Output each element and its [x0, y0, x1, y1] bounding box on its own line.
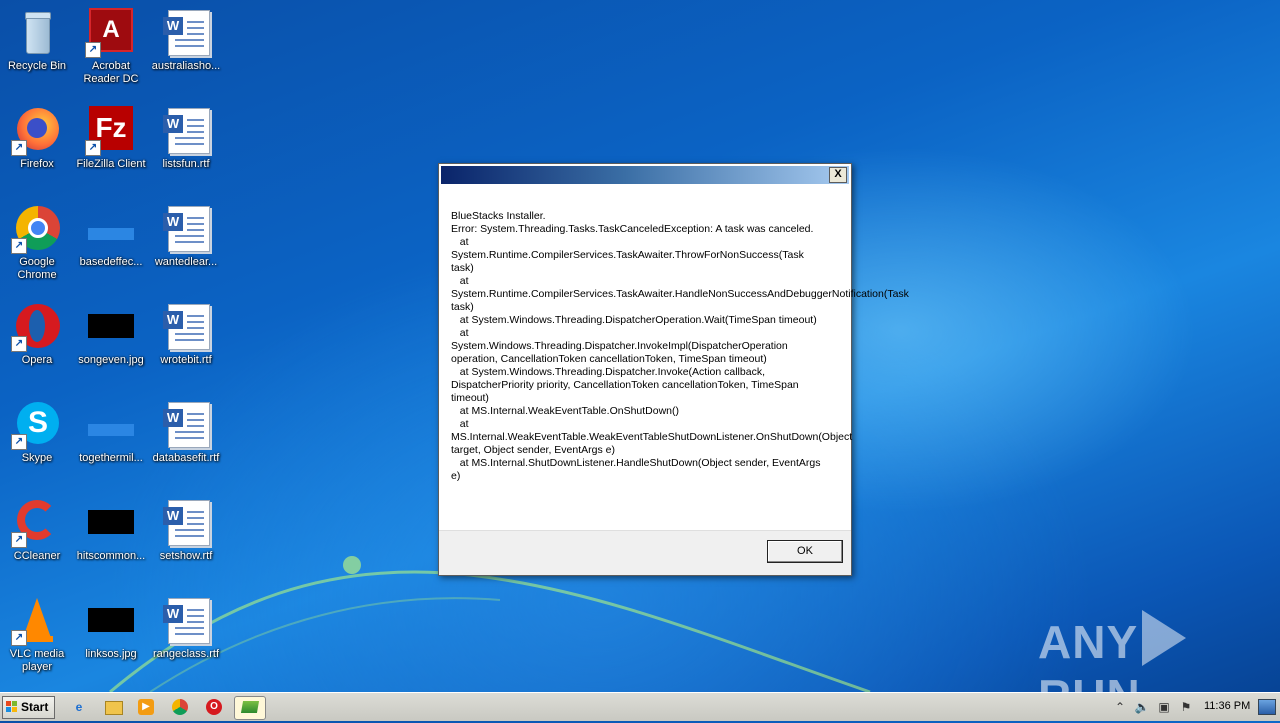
image-file-icon [87, 400, 135, 448]
shortcut-arrow-icon: ↗ [11, 140, 27, 156]
show-desktop-button[interactable] [1258, 699, 1276, 715]
skype-icon: S ↗ [11, 400, 61, 450]
desktop-icon-hitscommon[interactable]: hitscommon... [74, 498, 148, 563]
desktop-icon-label: wantedlear... [154, 256, 218, 268]
desktop-icon-vlc[interactable]: ↗ VLC media player [0, 596, 74, 674]
desktop-icon-label: wrotebit.rtf [160, 354, 212, 366]
desktop-icon-label: VLC media player [9, 648, 65, 673]
desktop-icon-australiasho[interactable]: W australiasho... [149, 8, 223, 73]
desktop-icon-acrobat[interactable]: A ↗ Acrobat Reader DC [74, 8, 148, 86]
firefox-icon: ↗ [11, 106, 61, 156]
taskbar-clock[interactable]: 11:36 PM [1204, 700, 1250, 712]
desktop-icon-togethermil[interactable]: togethermil... [74, 400, 148, 465]
desktop-icon-label: listsfun.rtf [162, 158, 210, 170]
desktop-icon-skype[interactable]: S ↗ Skype [0, 400, 74, 465]
desktop-icon-basedeffec[interactable]: basedeffec... [74, 204, 148, 269]
desktop-icon-label: Opera [21, 354, 53, 366]
desktop-icon-recycle-bin[interactable]: Recycle Bin [0, 8, 74, 73]
recycle-bin-icon [13, 8, 61, 56]
vlc-cone-icon: ↗ [11, 596, 61, 646]
shortcut-arrow-icon: ↗ [85, 42, 101, 58]
desktop-icon-label: Acrobat Reader DC [83, 60, 139, 85]
shortcut-arrow-icon: ↗ [85, 140, 101, 156]
watermark-left-text: ANY [1038, 616, 1139, 668]
desktop-icon-setshow[interactable]: W setshow.rtf [149, 498, 223, 563]
image-file-icon [87, 204, 135, 252]
desktop-icon-label: Recycle Bin [7, 60, 67, 72]
show-hidden-icons-icon[interactable]: ⌃ [1112, 699, 1128, 715]
desktop-icon-linksos[interactable]: linksos.jpg [74, 596, 148, 661]
word-document-icon: W [162, 204, 210, 252]
network-icon[interactable]: ▣ [1156, 699, 1172, 715]
chrome-icon[interactable] [170, 697, 190, 717]
start-label: Start [21, 700, 49, 714]
taskbar: Start e ▶ O ⌃ 🔈 ▣ ⚑ 11:36 PM [0, 692, 1280, 721]
desktop-icon-label: FileZilla Client [76, 158, 146, 170]
desktop-icon-wrotebit[interactable]: W wrotebit.rtf [149, 302, 223, 367]
desktop-icon-label: linksos.jpg [85, 648, 137, 660]
word-document-icon: W [162, 400, 210, 448]
desktop-icon-label: Skype [21, 452, 53, 464]
desktop-icon-label: hitscommon... [76, 550, 146, 562]
desktop-icon-label: togethermil... [79, 452, 143, 464]
desktop-icon-databasefit[interactable]: W databasefit.rtf [149, 400, 223, 465]
shortcut-arrow-icon: ↗ [11, 238, 27, 254]
opera-icon: ↗ [11, 302, 61, 352]
desktop-icon-label: Firefox [20, 158, 54, 170]
explorer-icon[interactable] [103, 697, 123, 717]
image-file-icon [87, 596, 135, 644]
desktop-icon-label: Google Chrome [17, 256, 57, 281]
desktop-icon-label: databasefit.rtf [152, 452, 220, 464]
desktop-icon-ccleaner[interactable]: ↗ CCleaner [0, 498, 74, 563]
windows-logo-icon [6, 701, 18, 713]
desktop-icon-rangeclass[interactable]: W rangeclass.rtf [149, 596, 223, 661]
desktop-icon-songeven[interactable]: songeven.jpg [74, 302, 148, 367]
desktop-icon-label: setshow.rtf [159, 550, 213, 562]
desktop-icon-label: basedeffec... [79, 256, 143, 268]
volume-icon[interactable]: 🔈 [1134, 699, 1150, 715]
desktop-icon-firefox[interactable]: ↗ Firefox [0, 106, 74, 171]
media-player-icon[interactable]: ▶ [136, 697, 156, 717]
desktop-icon-wantedlear[interactable]: W wantedlear... [149, 204, 223, 269]
shortcut-arrow-icon: ↗ [11, 434, 27, 450]
desktop-icon-label: songeven.jpg [78, 354, 144, 366]
dialog-footer: OK [439, 530, 851, 575]
ok-button[interactable]: OK [767, 540, 843, 563]
close-button[interactable]: X [829, 167, 847, 183]
start-button[interactable]: Start [2, 696, 55, 719]
desktop-icon-listsfun[interactable]: W listsfun.rtf [149, 106, 223, 171]
desktop-icon-filezilla[interactable]: Fz ↗ FileZilla Client [74, 106, 148, 171]
system-tray: ⌃ 🔈 ▣ ⚑ [1104, 693, 1280, 721]
shortcut-arrow-icon: ↗ [11, 336, 27, 352]
filezilla-icon: Fz ↗ [85, 106, 135, 156]
play-logo-icon [1142, 610, 1187, 666]
word-document-icon: W [162, 302, 210, 350]
word-document-icon: W [162, 8, 210, 56]
shortcut-arrow-icon: ↗ [11, 630, 27, 646]
ccleaner-icon: ↗ [11, 498, 61, 548]
desktop-icon-label: australiasho... [151, 60, 221, 72]
desktop-icon-opera[interactable]: ↗ Opera [0, 302, 74, 367]
chrome-icon: ↗ [11, 204, 61, 254]
shortcut-arrow-icon: ↗ [11, 532, 27, 548]
desktop-icon-label: rangeclass.rtf [152, 648, 220, 660]
word-document-icon: W [162, 106, 210, 154]
image-file-icon [87, 302, 135, 350]
dialog-titlebar[interactable]: X [441, 166, 849, 184]
error-dialog: X BlueStacks Installer. Error: System.Th… [438, 163, 909, 576]
acrobat-icon: A ↗ [85, 8, 135, 58]
desktop-icon-label: CCleaner [13, 550, 61, 562]
desktop-icon-chrome[interactable]: ↗ Google Chrome [0, 204, 74, 282]
action-center-flag-icon[interactable]: ⚑ [1178, 699, 1194, 715]
word-document-icon: W [162, 596, 210, 644]
error-message: BlueStacks Installer. Error: System.Thre… [451, 210, 909, 482]
opera-icon[interactable]: O [204, 697, 224, 717]
ie-icon[interactable]: e [69, 697, 89, 717]
bluestacks-icon[interactable] [234, 696, 266, 720]
image-file-icon [87, 498, 135, 546]
word-document-icon: W [162, 498, 210, 546]
